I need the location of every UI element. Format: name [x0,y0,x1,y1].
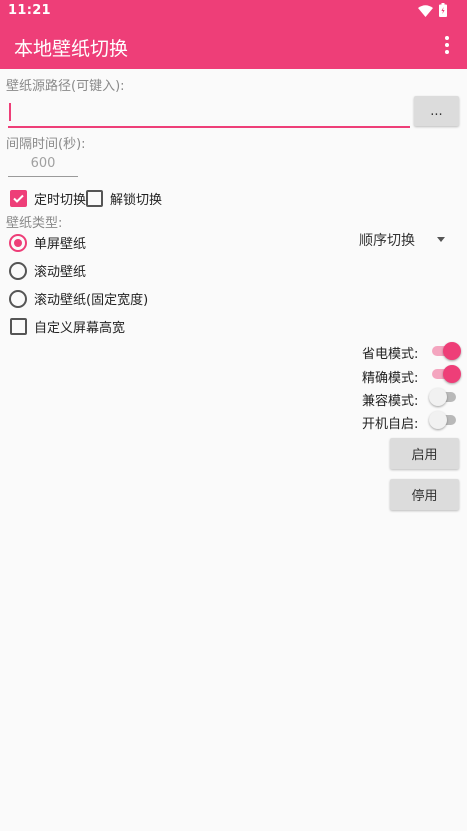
radio-single-screen[interactable]: 单屏壁纸 [9,233,86,252]
radio-unselected-icon [9,289,27,308]
checkbox-unchecked-icon [10,318,27,335]
text-cursor [9,103,11,121]
more-vert-icon[interactable] [437,32,457,58]
app-bar: 本地壁纸切换 [0,22,467,69]
radio-scrolling-fixed-width[interactable]: 滚动壁纸(固定宽度) [9,289,148,308]
unlock-switch-label: 解锁切换 [110,193,163,208]
wallpaper-path-label: 壁纸源路径(可键入): [6,79,125,94]
app-title: 本地壁纸切换 [14,38,129,60]
checkbox-unchecked-icon [86,190,103,207]
timed-switch-label: 定时切换 [34,193,87,208]
browse-button[interactable]: ... [414,96,459,126]
status-icons [418,2,447,21]
compat-mode-label: 兼容模式: [362,394,419,409]
radio-label: 滚动壁纸(固定宽度) [34,293,149,308]
status-time: 11:21 [8,3,51,18]
wallpaper-path-input[interactable] [8,98,410,128]
dropdown-arrow-icon [437,237,445,242]
auto-start-switch[interactable] [429,410,460,430]
radio-label: 单屏壁纸 [34,237,87,252]
compat-mode-switch[interactable] [429,387,460,407]
custom-screen-label: 自定义屏幕高宽 [34,321,126,336]
radio-label: 滚动壁纸 [34,265,87,280]
radio-unselected-icon [9,261,27,280]
precise-mode-label: 精确模式: [362,371,419,386]
checkbox-checked-icon [10,190,27,207]
auto-start-label: 开机自启: [362,417,419,432]
disable-button[interactable]: 停用 [390,479,459,510]
wifi-icon [418,2,433,21]
timed-switch-checkbox[interactable]: 定时切换 [10,189,86,208]
radio-selected-icon [9,233,27,252]
enable-button[interactable]: 启用 [390,438,459,469]
unlock-switch-checkbox[interactable]: 解锁切换 [86,189,162,208]
order-spinner-value: 顺序切换 [359,233,415,249]
order-spinner[interactable]: 顺序切换 [359,230,459,250]
power-saving-switch[interactable] [430,341,461,361]
custom-screen-checkbox[interactable]: 自定义屏幕高宽 [10,317,125,336]
power-saving-label: 省电模式: [362,347,419,362]
precise-mode-switch[interactable] [430,364,461,384]
battery-icon [439,2,447,21]
interval-input[interactable]: 600 [8,156,78,177]
radio-scrolling[interactable]: 滚动壁纸 [9,261,86,280]
status-bar: 11:21 [0,0,467,22]
wallpaper-type-label: 壁纸类型: [6,216,63,231]
interval-label: 间隔时间(秒): [6,137,86,152]
